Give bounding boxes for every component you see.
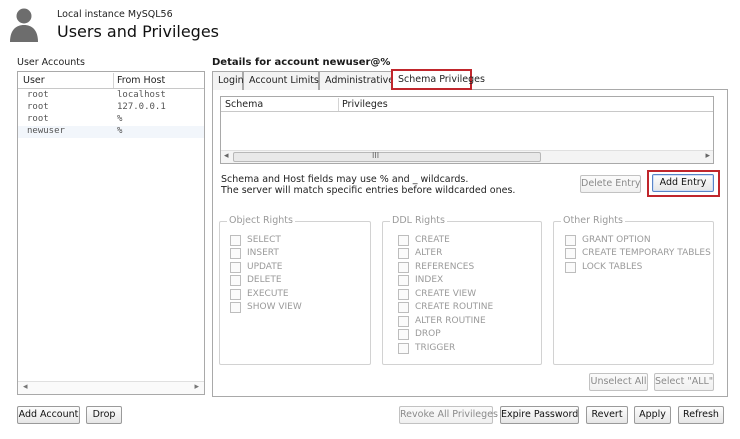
arrow-left-icon[interactable]: ◂ bbox=[224, 151, 229, 161]
arrow-right-icon[interactable]: ▸ bbox=[194, 382, 199, 392]
account-row[interactable]: root % bbox=[18, 114, 204, 126]
wildcard-info: Schema and Host fields may use % and _ w… bbox=[221, 174, 516, 196]
unselect-all-button[interactable]: Unselect All bbox=[589, 373, 648, 391]
arrow-right-icon[interactable]: ▸ bbox=[705, 151, 710, 161]
user-avatar-icon bbox=[8, 6, 40, 42]
select-all-button[interactable]: Select "ALL" bbox=[654, 373, 714, 391]
instance-name: Local instance MySQL56 bbox=[57, 9, 173, 20]
drop-button[interactable]: Drop bbox=[86, 406, 122, 424]
delete-entry-button[interactable]: Delete Entry bbox=[580, 175, 641, 193]
column-privileges[interactable]: Privileges bbox=[342, 99, 388, 110]
column-from-host[interactable]: From Host bbox=[117, 75, 165, 86]
user-accounts-label: User Accounts bbox=[17, 57, 85, 68]
account-row-selected[interactable]: newuser % bbox=[18, 126, 204, 138]
page-title: Users and Privileges bbox=[57, 22, 220, 41]
schema-privileges-table[interactable]: Schema Privileges ◂ III ▸ bbox=[220, 96, 714, 164]
object-rights-title: Object Rights bbox=[227, 215, 295, 226]
column-user[interactable]: User bbox=[23, 75, 45, 86]
other-rights-title: Other Rights bbox=[561, 215, 625, 226]
tab-schema-privileges[interactable]: Schema Privileges bbox=[391, 69, 485, 90]
scrollbar-thumb[interactable]: III bbox=[233, 151, 541, 162]
tab-login[interactable]: Login bbox=[212, 71, 244, 90]
add-entry-button[interactable]: Add Entry bbox=[652, 174, 714, 192]
account-row[interactable]: root localhost bbox=[18, 90, 204, 102]
details-title: Details for account newuser@% bbox=[212, 57, 391, 68]
user-accounts-list[interactable]: User From Host root localhost root 127.0… bbox=[17, 71, 205, 395]
tab-account-limits[interactable]: Account Limits bbox=[243, 71, 319, 90]
accounts-horizontal-scrollbar[interactable]: ◂ ▸ bbox=[18, 381, 204, 394]
schema-table-header: Schema Privileges bbox=[221, 97, 713, 112]
revoke-all-privileges-button[interactable]: Revoke All Privileges bbox=[399, 406, 498, 424]
object-rights-group bbox=[219, 221, 371, 365]
apply-button[interactable]: Apply bbox=[634, 406, 671, 424]
schema-horizontal-scrollbar[interactable]: ◂ III ▸ bbox=[221, 150, 713, 163]
arrow-left-icon[interactable]: ◂ bbox=[23, 382, 28, 392]
account-row[interactable]: root 127.0.0.1 bbox=[18, 102, 204, 114]
revert-button[interactable]: Revert bbox=[586, 406, 628, 424]
refresh-button[interactable]: Refresh bbox=[678, 406, 724, 424]
ddl-rights-title: DDL Rights bbox=[390, 215, 447, 226]
add-account-button[interactable]: Add Account bbox=[17, 406, 80, 424]
expire-password-button[interactable]: Expire Password bbox=[500, 406, 579, 424]
accounts-header: User From Host bbox=[18, 72, 204, 89]
column-schema[interactable]: Schema bbox=[225, 99, 263, 110]
